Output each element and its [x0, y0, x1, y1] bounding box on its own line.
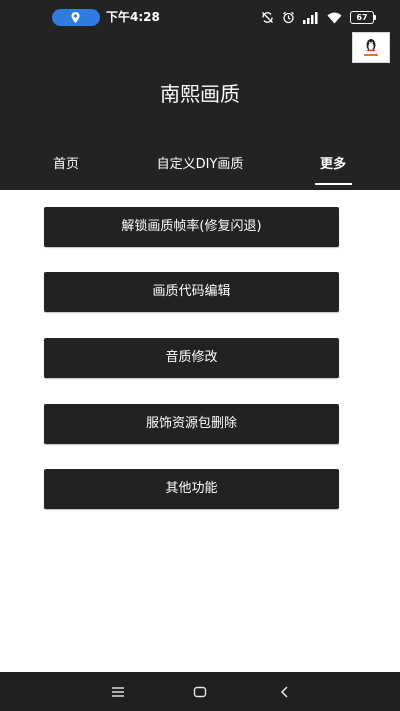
status-icons: 67: [261, 9, 376, 26]
menu-icon[interactable]: [109, 683, 127, 701]
system-nav-bar: [0, 672, 400, 711]
location-pill[interactable]: [52, 9, 100, 26]
app-screen: 下午4:28 67 南熙画质 首页 自定义DIY画质 更多 解锁画质帧率(修复闪…: [0, 0, 400, 711]
app-logo: [352, 32, 390, 63]
tab-home[interactable]: 首页: [40, 156, 92, 174]
app-title: 南熙画质: [160, 82, 240, 106]
location-icon: [71, 12, 80, 23]
header: 下午4:28 67 南熙画质 首页 自定义DIY画质 更多: [0, 0, 400, 190]
home-icon[interactable]: [191, 683, 209, 701]
status-bar: 下午4:28 67: [0, 0, 400, 34]
battery-icon: 67: [350, 11, 376, 24]
tab-more[interactable]: 更多: [310, 156, 356, 174]
status-time: 下午4:28: [106, 10, 160, 24]
alarm-icon: [283, 11, 294, 24]
sound-quality-button[interactable]: 音质修改: [44, 338, 339, 378]
penguin-logo-icon: [364, 39, 378, 56]
tab-indicator: [315, 183, 352, 185]
tab-diy[interactable]: 自定义DIY画质: [140, 156, 260, 174]
signal-icon: [303, 11, 318, 24]
code-edit-button[interactable]: 画质代码编辑: [44, 272, 339, 312]
delete-clothes-button[interactable]: 服饰资源包删除: [44, 404, 339, 444]
sync-off-icon: [262, 12, 273, 23]
unlock-framerate-button[interactable]: 解锁画质帧率(修复闪退): [44, 207, 339, 247]
tab-bar: 首页 自定义DIY画质 更多: [0, 150, 400, 190]
back-icon[interactable]: [276, 683, 294, 701]
other-functions-button[interactable]: 其他功能: [44, 469, 339, 509]
wifi-icon: [327, 12, 342, 23]
